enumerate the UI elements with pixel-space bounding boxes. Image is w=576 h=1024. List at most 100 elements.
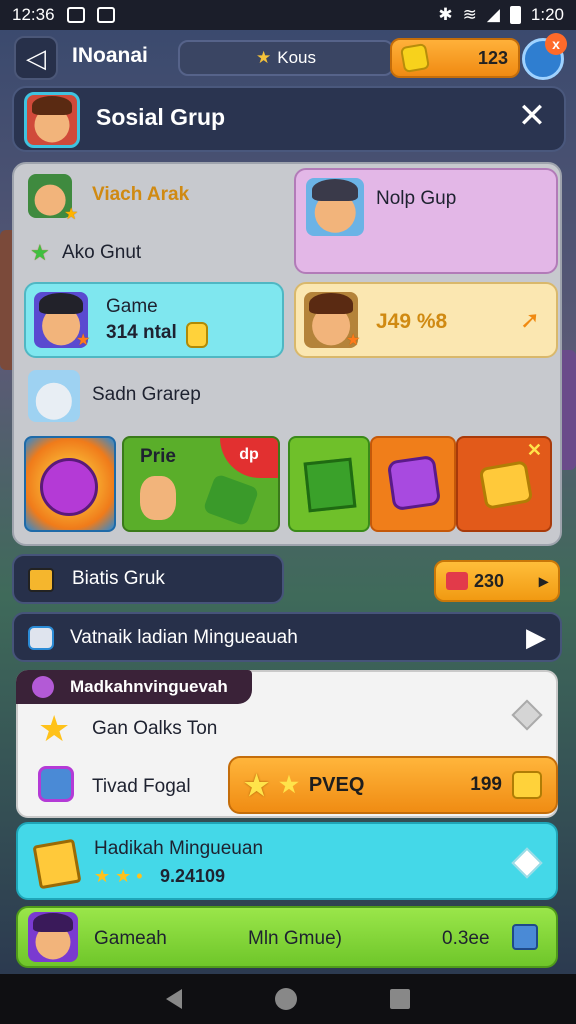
avatar-hair (311, 179, 359, 202)
status-row[interactable]: Biatis Gruk (12, 554, 284, 604)
kouns-pill[interactable]: ★ Kous (178, 40, 394, 76)
status-label: Biatis Gruk (72, 568, 165, 589)
green-reward-strip[interactable]: Gameah Mln Gmue) 0.3ee (16, 906, 558, 968)
back-arrow-icon: ◁ (26, 42, 46, 73)
chevron-right-icon: ▶ (526, 622, 546, 652)
gold-box-icon (32, 838, 82, 890)
friend-status: Ako Gnut (62, 242, 142, 263)
pveq-label: PVEQ (308, 773, 365, 796)
reward-value: J49 %8 (376, 310, 448, 333)
star-icon: ★ (38, 708, 71, 749)
green-strip-center-label: Mln Gmue) (248, 928, 342, 949)
price-value: 230 (474, 570, 505, 591)
star-badge-icon: ★ (76, 332, 91, 349)
green-star-icon: ★ (30, 240, 50, 265)
tile-badge: dp (220, 438, 278, 478)
cyan-reward-strip[interactable]: Hadikah Mingueuan ★ ★ • 9.24109 (16, 822, 558, 900)
nav-home-icon[interactable] (274, 988, 297, 1010)
star-icon: ★ (256, 48, 272, 67)
list-tab-label: Madkahnvinguevah (70, 677, 228, 696)
back-button[interactable]: ◁ (14, 36, 58, 80)
envelope-icon (446, 572, 468, 590)
gallery-notification-icon (66, 7, 85, 23)
bluetooth-icon: ✱ (438, 5, 453, 24)
ticket-icon (512, 771, 542, 799)
group-avatar (24, 92, 80, 148)
tile-purple-box[interactable] (370, 436, 456, 532)
cube-icon (512, 924, 538, 950)
star-icon: ★ (244, 769, 270, 801)
nav-back-icon[interactable] (166, 989, 183, 1009)
small-star-icon: ★ (279, 772, 299, 797)
avatar-hair (33, 913, 73, 932)
diamond-toggle[interactable] (511, 699, 543, 731)
top-bar: ◁ INoanai ★ Kous 123 x (14, 33, 567, 80)
group-card[interactable]: Nolp Gup (294, 168, 558, 274)
game-card[interactable]: ★ Game 314 ntal (24, 282, 284, 358)
tile-bomb[interactable] (24, 436, 116, 532)
social-group-header: Sosial Grup ✕ (12, 86, 566, 152)
status-time-right: 1:20 (530, 5, 564, 24)
green-strip-left-label: Gameah (94, 928, 167, 949)
item-tiles: Prie dp ✕ (24, 436, 554, 532)
star-row-icon: ★ ★ • (94, 866, 143, 886)
avatar-hair (309, 293, 353, 315)
ticket-icon (28, 568, 54, 592)
group-name: Nolp Gup (376, 188, 457, 209)
token-icon (186, 322, 208, 348)
avatar-hair (39, 293, 83, 315)
sparkle-icon: ✕ (526, 440, 542, 460)
chat-icon (28, 626, 54, 650)
group-avatar (306, 178, 364, 236)
chevron-right-icon: ▸ (538, 570, 548, 591)
tile-green-gem[interactable] (288, 436, 370, 532)
list-tab[interactable]: Madkahnvinguevah (16, 670, 252, 704)
tile-label: Prie (140, 446, 176, 467)
tile-prie[interactable]: Prie dp (122, 436, 280, 532)
game-card-sub: 314 ntal (106, 322, 177, 343)
app-notification-icon (96, 7, 115, 23)
friend-name: Viach Arak (92, 184, 190, 205)
profile-button[interactable]: x (522, 33, 567, 80)
coin-count: 123 (477, 47, 508, 68)
coin-counter[interactable]: 123 (390, 38, 520, 78)
gem-icon (399, 42, 431, 74)
game-card-title: Game (106, 296, 158, 317)
pveq-amount: 199 (470, 774, 502, 795)
list-item-label: Tivad Fogal (92, 776, 191, 797)
reward-card[interactable]: ★ J49 %8 ➚ (294, 282, 558, 358)
tile-gold-chest[interactable]: ✕ (456, 436, 552, 532)
list-item-label: Gan Oalks Ton (92, 718, 218, 739)
nav-row-label: Vatnaik ladian Mingueauah (70, 627, 298, 648)
arrow-icon: ➚ (519, 307, 540, 334)
wifi-icon: ≋ (462, 5, 477, 24)
gem-tile-icon (202, 473, 260, 527)
system-nav-bar (0, 974, 576, 1024)
green-strip-value: 0.3ee (442, 928, 490, 949)
notification-badge: x (545, 33, 567, 55)
cyan-strip-title: Hadikah Mingueuan (94, 838, 264, 859)
bomb-icon (40, 458, 98, 516)
gold-chest-icon (478, 460, 534, 510)
potion-icon (32, 676, 54, 698)
avatar-hair (32, 96, 72, 115)
purple-box-icon (386, 454, 442, 512)
status-time-left: 12:36 (12, 5, 55, 24)
status-bar: 12:36 ✱ ≋ ◢ 1:20 (0, 0, 576, 30)
star-badge-icon: ★ (64, 206, 79, 223)
character-icon (140, 476, 176, 520)
price-button[interactable]: 230 ▸ (434, 560, 560, 602)
signal-icon: ◢ (486, 5, 500, 24)
friend-avatar[interactable] (28, 370, 80, 422)
pveq-button[interactable]: ★ ★ PVEQ 199 (228, 756, 558, 814)
nav-row[interactable]: Vatnaik ladian Mingueauah ▶ (12, 612, 562, 662)
star-badge-icon: ★ (346, 332, 361, 349)
close-button[interactable]: ✕ (512, 96, 552, 136)
diamond-toggle[interactable] (511, 847, 543, 879)
player-avatar (28, 912, 78, 962)
camera-icon (38, 766, 74, 802)
group-panel: ★ Viach Arak ★ Ako Gnut Nolp Gup ★ Game … (12, 162, 562, 546)
friend-name: Sadn Grarep (92, 384, 201, 405)
cyan-strip-value: 9.24109 (160, 866, 226, 886)
nav-recents-icon[interactable] (389, 989, 410, 1009)
